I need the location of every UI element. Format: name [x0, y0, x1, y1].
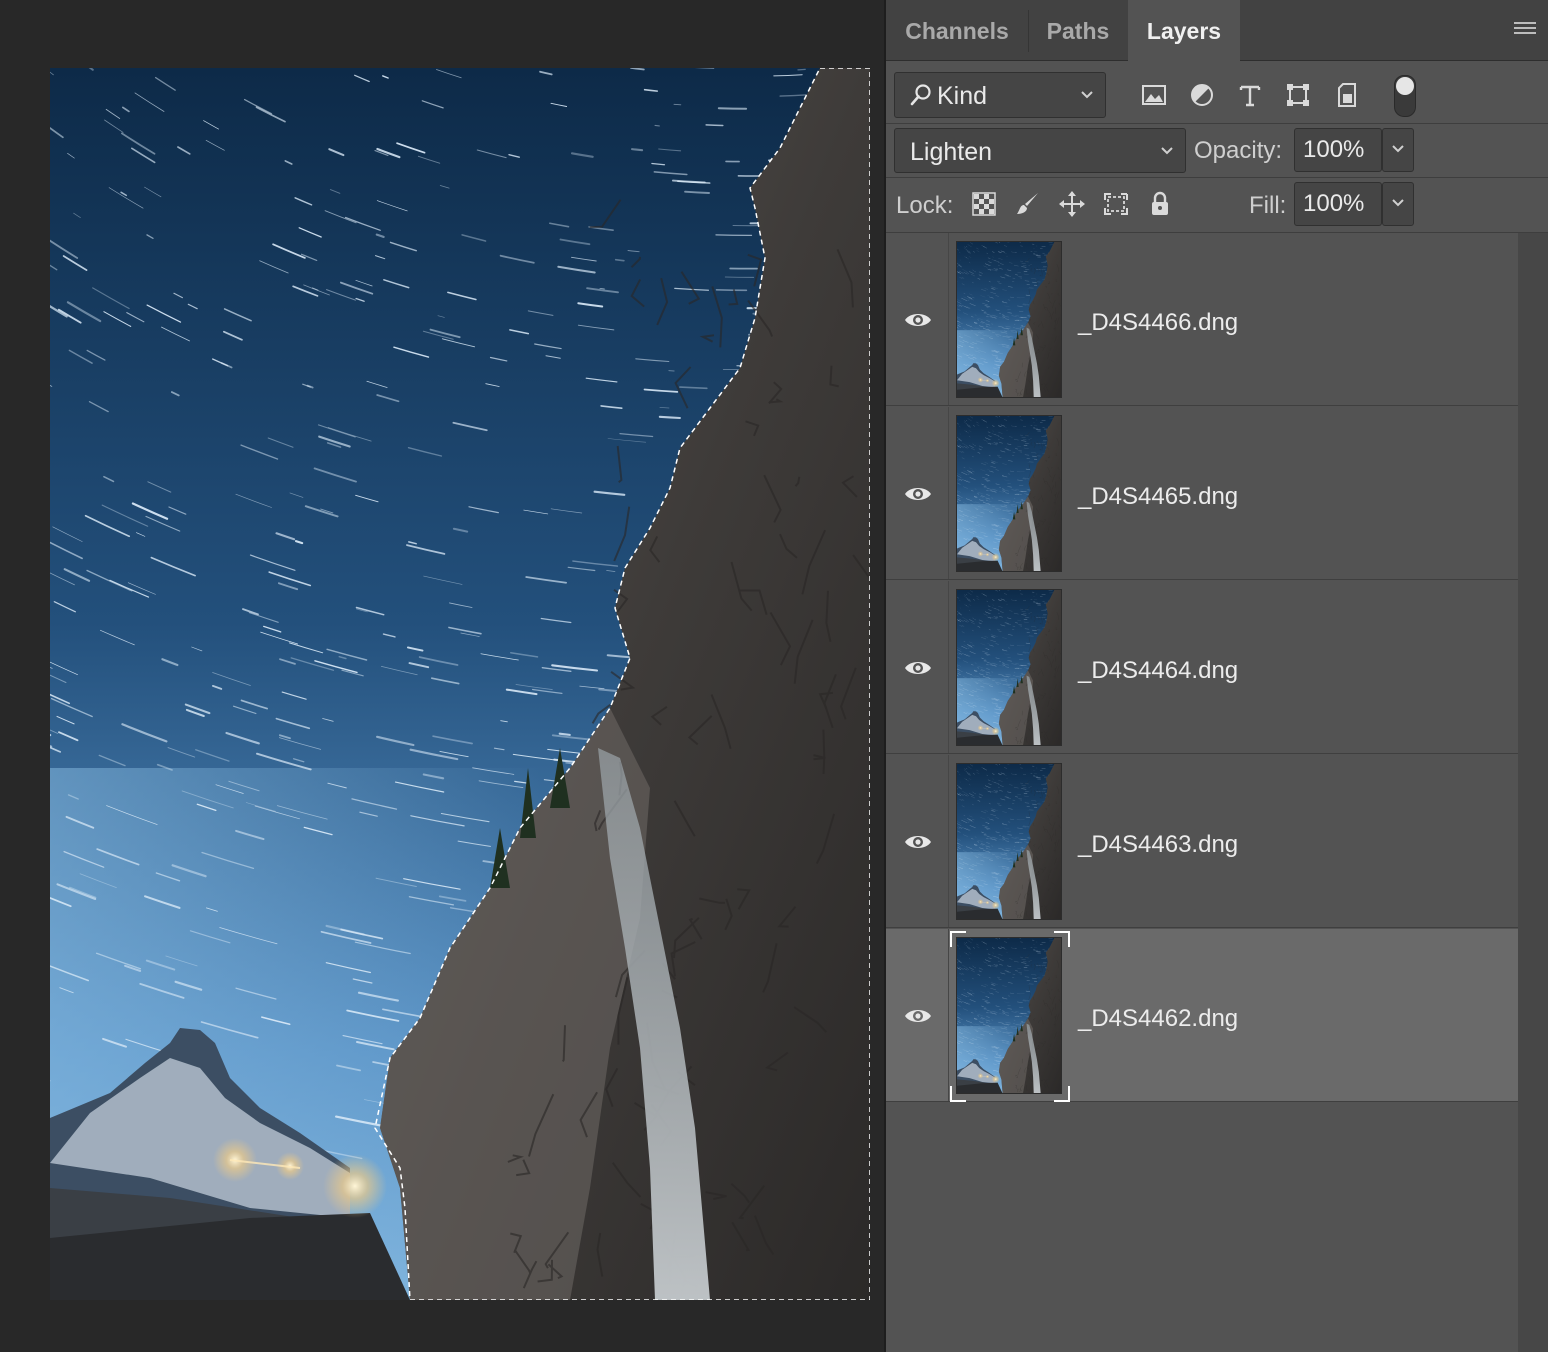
- chevron-down-icon: [1392, 199, 1404, 207]
- tab-layers[interactable]: Layers: [1128, 0, 1240, 61]
- star-trail: [630, 148, 644, 152]
- layer-thumbnail-image: [957, 416, 1061, 571]
- eye-visibility-icon[interactable]: [904, 659, 932, 677]
- fill-label: Fill:: [1249, 192, 1287, 219]
- document-image[interactable]: [50, 68, 870, 1300]
- layers-scrollbar[interactable]: [1518, 233, 1548, 1352]
- layer-thumbnail: [956, 589, 1062, 746]
- lock-transparent-pixels-icon[interactable]: [970, 190, 998, 218]
- panel-tab-bar: Channels Paths Layers: [886, 0, 1548, 61]
- visibility-column-divider: [948, 929, 949, 1101]
- visibility-column-divider: [948, 407, 949, 579]
- layers-panel: Channels Paths Layers Kind Lighten Opaci…: [884, 0, 1548, 1352]
- filter-kind-label: Kind: [937, 82, 988, 110]
- lock-row: Lock: Fill: 100%: [886, 178, 1548, 233]
- star-trail: [715, 288, 748, 292]
- filter-toggle-switch[interactable]: [1394, 75, 1416, 117]
- blend-mode-row: Lighten Opacity: 100%: [886, 124, 1548, 178]
- layer-thumbnail-image: [957, 242, 1061, 397]
- star-trail: [684, 190, 710, 194]
- lock-image-pixels-icon[interactable]: [1014, 190, 1042, 218]
- eye-visibility-icon[interactable]: [904, 485, 932, 503]
- chevron-down-icon: [1392, 145, 1404, 153]
- filter-kind-dropdown[interactable]: Kind: [894, 72, 1106, 118]
- layer-thumbnail-image: [957, 938, 1061, 1093]
- shape-layer-filter-icon[interactable]: [1284, 81, 1312, 109]
- eye-visibility-icon[interactable]: [904, 1007, 932, 1025]
- layer-thumbnail: [956, 763, 1062, 920]
- layers-list: _D4S4466.dng _D4S4465.dng _D4S4464.dng _…: [886, 233, 1518, 1352]
- selection-corner: [950, 931, 966, 947]
- layer-thumbnail: [956, 241, 1062, 398]
- layer-name[interactable]: _D4S4463.dng: [1078, 831, 1238, 859]
- adjustment-layer-filter-icon[interactable]: [1188, 81, 1216, 109]
- star-trail: [797, 68, 806, 71]
- layer-filter-row: Kind: [886, 61, 1548, 124]
- smart-object-filter-icon[interactable]: [1334, 81, 1362, 109]
- pixel-layer-filter-icon[interactable]: [1140, 81, 1168, 109]
- opacity-field[interactable]: 100%: [1294, 128, 1382, 172]
- layer-name[interactable]: _D4S4466.dng: [1078, 309, 1238, 337]
- chevron-down-icon: [1081, 91, 1093, 99]
- document-canvas-area[interactable]: [0, 0, 884, 1352]
- layer-thumbnail-image: [957, 590, 1061, 745]
- eye-visibility-icon[interactable]: [904, 311, 932, 329]
- star-trail: [658, 415, 681, 420]
- rock-crack: [822, 729, 826, 774]
- layer-row[interactable]: _D4S4464.dng: [886, 581, 1518, 754]
- lock-artboard-icon[interactable]: [1102, 190, 1130, 218]
- search-icon: [910, 84, 931, 106]
- layer-thumbnail: [956, 415, 1062, 572]
- layer-name[interactable]: _D4S4465.dng: [1078, 483, 1238, 511]
- star-trail: [717, 107, 748, 110]
- fill-dropdown-button[interactable]: [1382, 182, 1414, 226]
- star-trail: [673, 103, 682, 106]
- lock-position-icon[interactable]: [1058, 190, 1086, 218]
- layer-name[interactable]: _D4S4464.dng: [1078, 657, 1238, 685]
- layer-row[interactable]: _D4S4463.dng: [886, 755, 1518, 928]
- lock-label: Lock:: [896, 192, 954, 219]
- layer-thumbnail-image: [957, 764, 1061, 919]
- star-trail: [705, 124, 724, 127]
- opacity-dropdown-button[interactable]: [1382, 128, 1414, 172]
- layer-name[interactable]: _D4S4462.dng: [1078, 1005, 1238, 1033]
- star-trail: [715, 234, 753, 237]
- visibility-column-divider: [948, 233, 949, 405]
- eye-visibility-icon[interactable]: [904, 833, 932, 851]
- blend-mode-dropdown[interactable]: Lighten: [894, 128, 1186, 173]
- layer-row[interactable]: _D4S4465.dng: [886, 407, 1518, 580]
- selection-corner: [950, 1086, 966, 1102]
- star-trail: [654, 124, 660, 127]
- star-trail: [558, 732, 571, 736]
- selection-corner: [1054, 1086, 1070, 1102]
- tab-channels[interactable]: Channels: [886, 0, 1028, 60]
- layer-thumbnail: [956, 937, 1062, 1094]
- layer-row[interactable]: _D4S4466.dng: [886, 233, 1518, 406]
- blend-mode-value: Lighten: [910, 138, 993, 166]
- star-trail: [614, 258, 625, 262]
- visibility-column-divider: [948, 755, 949, 927]
- hamburger-menu-icon[interactable]: [1514, 22, 1536, 38]
- fill-field[interactable]: 100%: [1294, 182, 1382, 226]
- chevron-down-icon: [1161, 146, 1173, 154]
- star-trail-photo: [50, 68, 870, 1300]
- layer-row-selected[interactable]: _D4S4462.dng: [886, 929, 1518, 1102]
- type-layer-filter-icon[interactable]: [1236, 81, 1264, 109]
- selection-corner: [1054, 931, 1070, 947]
- opacity-label: Opacity:: [1194, 137, 1283, 164]
- tab-paths[interactable]: Paths: [1028, 0, 1128, 60]
- visibility-column-divider: [948, 581, 949, 753]
- lock-all-icon[interactable]: [1146, 190, 1174, 218]
